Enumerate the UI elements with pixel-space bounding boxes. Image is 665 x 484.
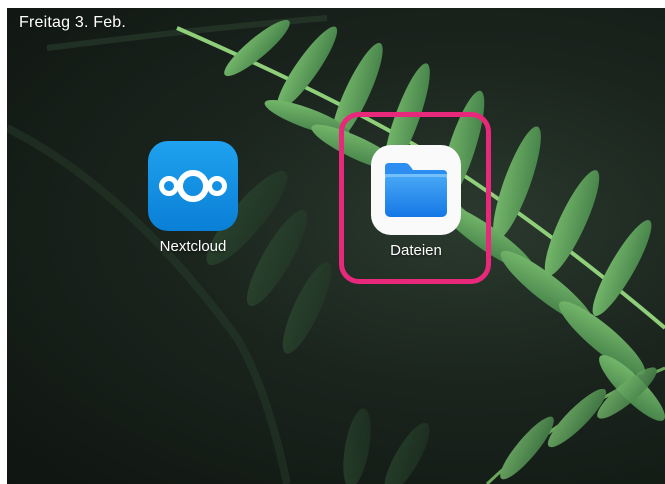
highlight-frame — [339, 112, 491, 284]
fern-wallpaper — [7, 15, 665, 484]
app-label-nextcloud: Nextcloud — [159, 238, 227, 255]
app-nextcloud[interactable]: Nextcloud — [138, 141, 248, 255]
home-screen: Freitag 3. Feb. — [7, 8, 665, 484]
nextcloud-logo-icon[interactable] — [148, 141, 238, 231]
status-bar-date: Freitag 3. Feb. — [19, 14, 127, 31]
